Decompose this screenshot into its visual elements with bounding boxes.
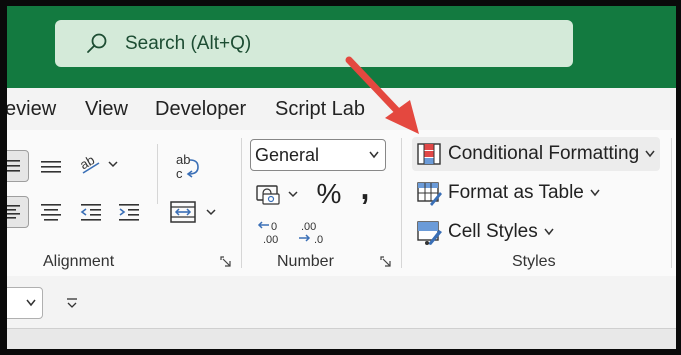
svg-text:.00: .00 bbox=[301, 221, 316, 233]
cell-styles-icon bbox=[417, 221, 442, 245]
svg-text:ab: ab bbox=[176, 152, 190, 167]
decrease-indent-icon bbox=[80, 204, 101, 221]
align-bottom-button[interactable] bbox=[37, 152, 65, 180]
tab-developer[interactable]: Developer bbox=[155, 98, 246, 121]
title-bar: Search (Alt+Q) bbox=[7, 6, 676, 88]
conditional-formatting-icon bbox=[417, 143, 441, 165]
search-box[interactable]: Search (Alt+Q) bbox=[55, 20, 573, 67]
alignment-launcher-icon[interactable] bbox=[220, 256, 232, 268]
number-format-value: General bbox=[255, 145, 320, 165]
search-placeholder: Search (Alt+Q) bbox=[125, 32, 252, 54]
number-group-label: Number bbox=[277, 253, 334, 270]
align-left-button[interactable] bbox=[7, 196, 29, 228]
styles-group-label: Styles bbox=[512, 253, 556, 270]
format-as-table-icon bbox=[417, 182, 442, 206]
increase-indent-button[interactable] bbox=[115, 198, 143, 226]
decrease-indent-button[interactable] bbox=[77, 198, 105, 226]
chevron-down-icon bbox=[645, 150, 655, 158]
alignment-inner-divider bbox=[157, 144, 158, 204]
cell-styles-label: Cell Styles bbox=[448, 221, 538, 242]
align-middle-icon bbox=[7, 160, 20, 172]
excel-window: Search (Alt+Q) eview View Developer Scri… bbox=[0, 0, 681, 355]
align-middle-button[interactable] bbox=[7, 150, 29, 182]
search-icon bbox=[87, 33, 107, 53]
tab-script-lab[interactable]: Script Lab bbox=[275, 98, 365, 121]
orientation-icon: ab bbox=[79, 152, 118, 174]
chevron-down-icon bbox=[590, 189, 600, 197]
svg-text:.0: .0 bbox=[314, 234, 323, 246]
ribbon: ab ab c Alignment General % , 0 .00 .00 … bbox=[7, 130, 676, 277]
group-divider bbox=[401, 138, 402, 268]
increase-indent-icon bbox=[119, 204, 139, 221]
wrap-text-icon: ab c bbox=[176, 152, 199, 181]
increase-decimal-icon: 0 .00 bbox=[257, 221, 278, 246]
conditional-formatting-button[interactable]: Conditional Formatting bbox=[412, 137, 660, 171]
formula-bar-area bbox=[7, 276, 676, 328]
tab-review[interactable]: eview bbox=[7, 98, 56, 121]
svg-text:0: 0 bbox=[271, 221, 277, 233]
chevron-down-icon bbox=[26, 299, 36, 307]
chevron-down-icon bbox=[369, 151, 379, 159]
name-box[interactable] bbox=[7, 287, 43, 319]
merge-center-icon bbox=[170, 201, 216, 223]
chevron-down-icon bbox=[544, 228, 554, 236]
accounting-format-icon bbox=[256, 185, 298, 205]
conditional-formatting-label: Conditional Formatting bbox=[448, 143, 640, 164]
ribbon-tabs: eview View Developer Script Lab bbox=[7, 88, 676, 130]
group-divider bbox=[241, 138, 242, 268]
grid-top-edge bbox=[7, 328, 676, 349]
comma-style-button[interactable]: , bbox=[355, 170, 375, 206]
number-format-dropdown[interactable]: General bbox=[250, 139, 386, 171]
decrease-decimal-button[interactable]: .00 .0 bbox=[297, 218, 327, 248]
svg-text:c: c bbox=[176, 166, 183, 181]
cell-styles-button[interactable]: Cell Styles bbox=[412, 215, 555, 249]
name-box-options-icon[interactable] bbox=[65, 298, 79, 310]
format-as-table-button[interactable]: Format as Table bbox=[412, 176, 601, 210]
orientation-button[interactable]: ab bbox=[79, 150, 119, 178]
accounting-format-button[interactable] bbox=[255, 180, 301, 208]
svg-text:.00: .00 bbox=[263, 234, 278, 246]
merge-center-button[interactable] bbox=[169, 198, 219, 226]
alignment-group-label: Alignment bbox=[43, 253, 115, 270]
wrap-text-button[interactable]: ab c bbox=[173, 150, 203, 184]
tab-view[interactable]: View bbox=[85, 98, 128, 121]
align-bottom-icon bbox=[41, 161, 61, 173]
increase-decimal-button[interactable]: 0 .00 bbox=[257, 218, 287, 248]
align-center-icon bbox=[41, 204, 61, 221]
decrease-decimal-icon: .00 .0 bbox=[299, 221, 323, 246]
group-divider bbox=[671, 138, 672, 268]
format-as-table-label: Format as Table bbox=[448, 182, 584, 203]
align-center-button[interactable] bbox=[37, 198, 65, 226]
align-left-icon bbox=[7, 205, 20, 219]
percent-style-button[interactable]: % bbox=[314, 178, 344, 210]
number-launcher-icon[interactable] bbox=[380, 256, 392, 268]
